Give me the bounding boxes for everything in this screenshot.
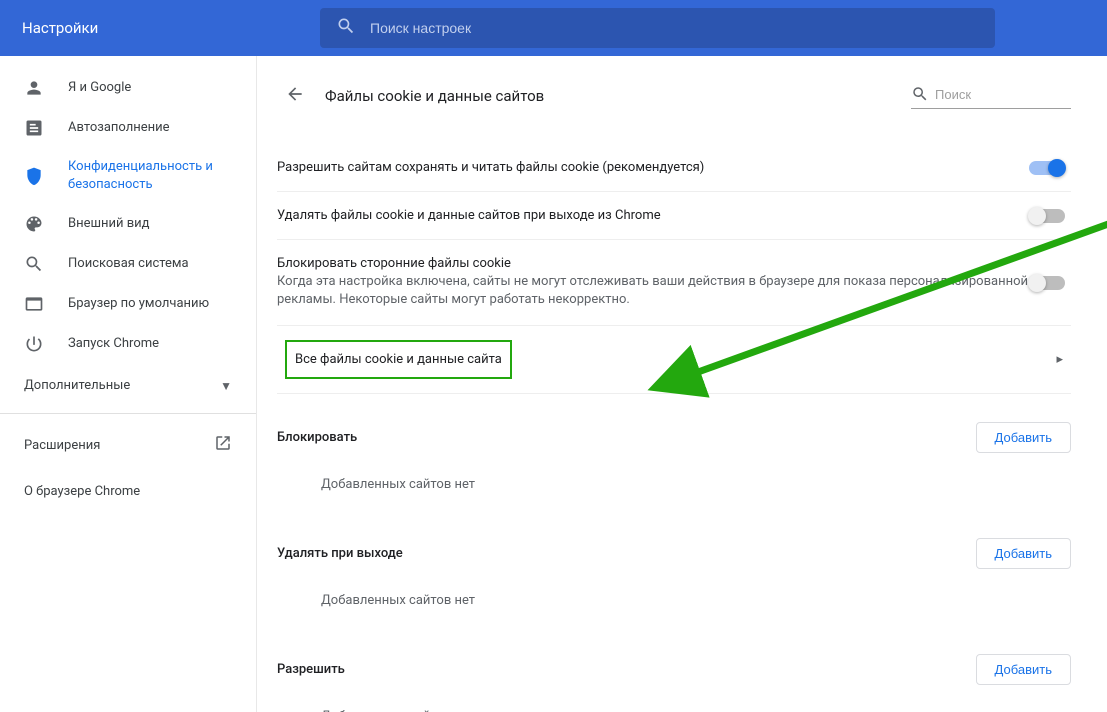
back-button[interactable]: [277, 78, 313, 114]
sidebar-item-search-engine[interactable]: Поисковая система: [0, 244, 256, 284]
sidebar-item-default-browser[interactable]: Браузер по умолчанию: [0, 284, 256, 324]
app-header: Настройки: [0, 0, 1107, 56]
sidebar-about-chrome[interactable]: О браузере Chrome: [0, 470, 256, 513]
sidebar-item-autofill[interactable]: Автозаполнение: [0, 108, 256, 148]
setting-allow-cookies: Разрешить сайтам сохранять и читать файл…: [277, 144, 1071, 192]
highlight-box: Все файлы cookie и данные сайта: [285, 340, 512, 379]
sidebar-item-label: Автозаполнение: [68, 119, 170, 137]
global-search-input[interactable]: [370, 20, 979, 36]
section-title: Разрешить: [277, 662, 976, 677]
sidebar-item-privacy-security[interactable]: Конфиденциальность и безопасность: [0, 148, 256, 204]
sidebar-item-label: Конфиденциальность и безопасность: [68, 158, 228, 194]
search-icon: [911, 85, 929, 107]
toggle-clear-on-exit[interactable]: [1029, 209, 1065, 223]
add-block-button[interactable]: Добавить: [976, 422, 1071, 453]
shield-icon: [24, 166, 44, 186]
browser-icon: [24, 294, 44, 314]
app-title: Настройки: [0, 19, 320, 37]
sidebar: Я и Google Автозаполнение Конфиденциальн…: [0, 56, 256, 712]
section-block: Блокировать Добавить: [277, 422, 1071, 453]
section-allow: Разрешить Добавить: [277, 654, 1071, 685]
sidebar-item-on-startup[interactable]: Запуск Chrome: [0, 324, 256, 364]
sidebar-item-appearance[interactable]: Внешний вид: [0, 204, 256, 244]
sidebar-item-label: Запуск Chrome: [68, 335, 159, 353]
page-search[interactable]: [911, 83, 1071, 109]
setting-label: Блокировать сторонние файлы cookie: [277, 256, 1029, 271]
setting-block-third-party: Блокировать сторонние файлы cookie Когда…: [277, 240, 1071, 326]
add-delete-on-exit-button[interactable]: Добавить: [976, 538, 1071, 569]
search-icon: [24, 254, 44, 274]
toggle-block-third-party[interactable]: [1029, 276, 1065, 290]
extensions-label: Расширения: [24, 438, 100, 453]
setting-clear-on-exit: Удалять файлы cookie и данные сайтов при…: [277, 192, 1071, 240]
allow-empty-msg: Добавленных сайтов нет: [277, 697, 1071, 712]
setting-description: Когда эта настройка включена, сайты не м…: [277, 273, 1029, 309]
person-icon: [24, 78, 44, 98]
sidebar-item-label: Я и Google: [68, 79, 131, 97]
autofill-icon: [24, 118, 44, 138]
delete-on-exit-empty-msg: Добавленных сайтов нет: [277, 581, 1071, 626]
palette-icon: [24, 214, 44, 234]
setting-label: Удалять файлы cookie и данные сайтов при…: [277, 208, 1029, 223]
all-cookies-label: Все файлы cookie и данные сайта: [295, 352, 502, 367]
chevron-right-icon: ▸: [1056, 352, 1071, 367]
sidebar-item-label: Браузер по умолчанию: [68, 295, 209, 313]
add-allow-button[interactable]: Добавить: [976, 654, 1071, 685]
page-header: Файлы cookie и данные сайтов: [277, 78, 1071, 114]
page-search-input[interactable]: [929, 83, 1071, 108]
sidebar-additional-label: Дополнительные: [24, 378, 130, 393]
search-icon: [336, 16, 356, 40]
power-icon: [24, 334, 44, 354]
page-title: Файлы cookie и данные сайтов: [325, 87, 911, 105]
sidebar-item-label: Внешний вид: [68, 215, 150, 233]
external-link-icon: [214, 434, 232, 456]
sidebar-additional[interactable]: Дополнительные ▼: [0, 364, 256, 407]
sidebar-item-you-and-google[interactable]: Я и Google: [0, 68, 256, 108]
arrow-left-icon: [285, 84, 305, 108]
sidebar-extensions[interactable]: Расширения: [0, 420, 256, 470]
chevron-down-icon: ▼: [220, 379, 232, 393]
block-empty-msg: Добавленных сайтов нет: [277, 465, 1071, 510]
main-content: Файлы cookie и данные сайтов Разрешить с…: [256, 56, 1107, 712]
toggle-allow-cookies[interactable]: [1029, 161, 1065, 175]
global-search[interactable]: [320, 8, 995, 48]
sidebar-item-label: Поисковая система: [68, 255, 189, 273]
section-delete-on-exit: Удалять при выходе Добавить: [277, 538, 1071, 569]
section-title: Удалять при выходе: [277, 546, 976, 561]
divider: [0, 413, 256, 414]
section-title: Блокировать: [277, 430, 976, 445]
about-label: О браузере Chrome: [24, 484, 140, 499]
all-cookies-link[interactable]: Все файлы cookie и данные сайта ▸: [277, 326, 1071, 394]
setting-label: Разрешить сайтам сохранять и читать файл…: [277, 160, 1029, 175]
